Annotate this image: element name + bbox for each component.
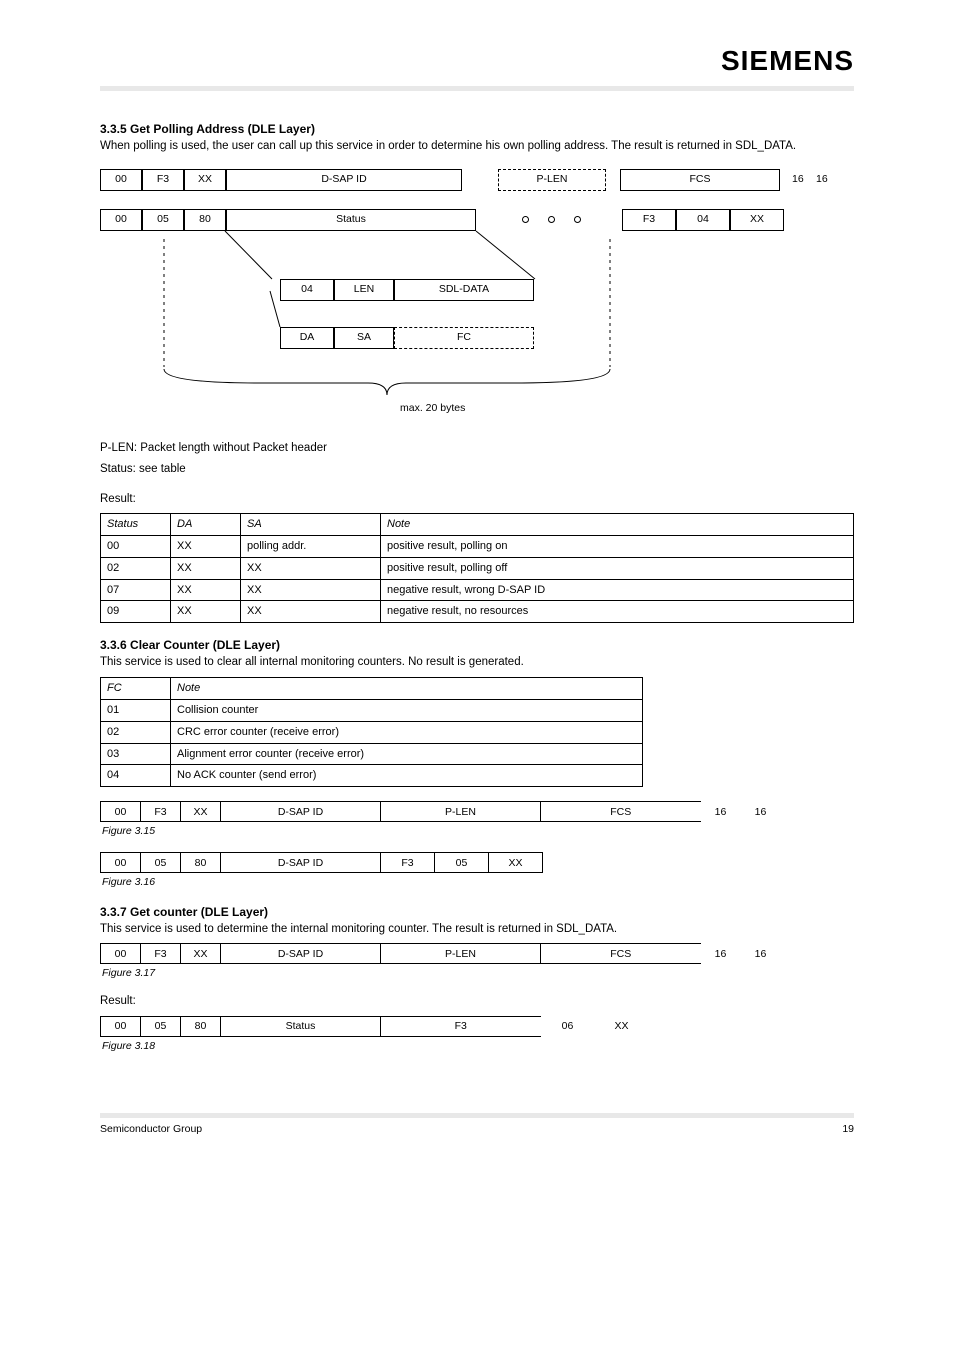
top-rule [100,86,854,91]
section-title: 3.3.6 Clear Counter (DLE Layer) [100,637,854,653]
note: Status: see table [100,462,854,478]
cell: FCS [620,169,780,191]
cell: D-SAP ID [226,169,462,191]
note: P-LEN: Packet length without Packet head… [100,441,854,457]
cell: F3 [142,169,184,191]
dot-icon [574,216,581,223]
table-row: 09XXXXnegative result, no resources [101,601,854,623]
cell: 00 [100,209,142,231]
th: FC [101,677,171,699]
figure-caption: Figure 3.18 [102,1039,854,1053]
row-diagram-4: 00 05 80 Status F3 06 XX [100,1016,854,1037]
figure-caption: Figure 3.15 [102,824,854,838]
footer-org: Semiconductor Group [100,1122,202,1136]
th: Note [381,514,854,536]
bottom-rule [100,1113,854,1118]
cell: SA [334,327,394,349]
th: Note [171,677,643,699]
dot-icon [548,216,555,223]
cell: LEN [334,279,394,301]
paragraph: This service is used to clear all intern… [100,655,854,671]
result-label: Result: [100,994,854,1010]
paragraph: When polling is used, the user can call … [100,139,854,155]
section-title: 3.3.5 Get Polling Address (DLE Layer) [100,121,854,137]
table-row: 07XXXXnegative result, wrong D-SAP ID [101,579,854,601]
fc-table: FC Note 01Collision counter 02CRC error … [100,677,643,787]
cell: SDL-DATA [394,279,534,301]
row-diagram-2: 00 05 80 D-SAP ID F3 05 XX [100,852,854,873]
cell: DA [280,327,334,349]
cell: 16 [816,169,846,191]
brand-logo: SIEMENS [100,42,854,86]
section-title: 3.3.7 Get counter (DLE Layer) [100,904,854,920]
table-row: 00XXpolling addr.positive result, pollin… [101,535,854,557]
cell: XX [184,169,226,191]
row-diagram-1: 00 F3 XX D-SAP ID P-LEN FCS 16 16 [100,801,854,822]
cell: 04 [676,209,730,231]
table-row: 04No ACK counter (send error) [101,765,643,787]
packet-diagram: 00 F3 XX D-SAP ID P-LEN FCS 16 16 00 05 … [100,169,854,429]
cell-dashed: P-LEN [498,169,606,191]
figure-caption: Figure 3.16 [102,875,854,889]
cell-dashed: FC [394,327,534,349]
figure-caption: Figure 3.17 [102,966,854,980]
cell: F3 [622,209,676,231]
th: DA [171,514,241,536]
table-row: 01Collision counter [101,699,643,721]
paragraph: This service is used to determine the in… [100,922,854,938]
table-row: 02XXXXpositive result, polling off [101,557,854,579]
page-footer: Semiconductor Group 19 [100,1122,854,1136]
cell: 80 [184,209,226,231]
th: SA [241,514,381,536]
cell: Status [226,209,476,231]
cell: 16 [786,169,816,191]
brace-label: max. 20 bytes [400,401,465,415]
cell: XX [730,209,784,231]
cell: 04 [280,279,334,301]
table-row: 03Alignment error counter (receive error… [101,743,643,765]
footer-page: 19 [842,1122,854,1136]
th: Status [101,514,171,536]
cell: 05 [142,209,184,231]
cell: 00 [100,169,142,191]
table-row: 02CRC error counter (receive error) [101,721,643,743]
result-label: Result: [100,492,854,508]
row-diagram-3: 00 F3 XX D-SAP ID P-LEN FCS 16 16 [100,943,854,964]
status-table: Status DA SA Note 00XXpolling addr.posit… [100,513,854,623]
dot-icon [522,216,529,223]
